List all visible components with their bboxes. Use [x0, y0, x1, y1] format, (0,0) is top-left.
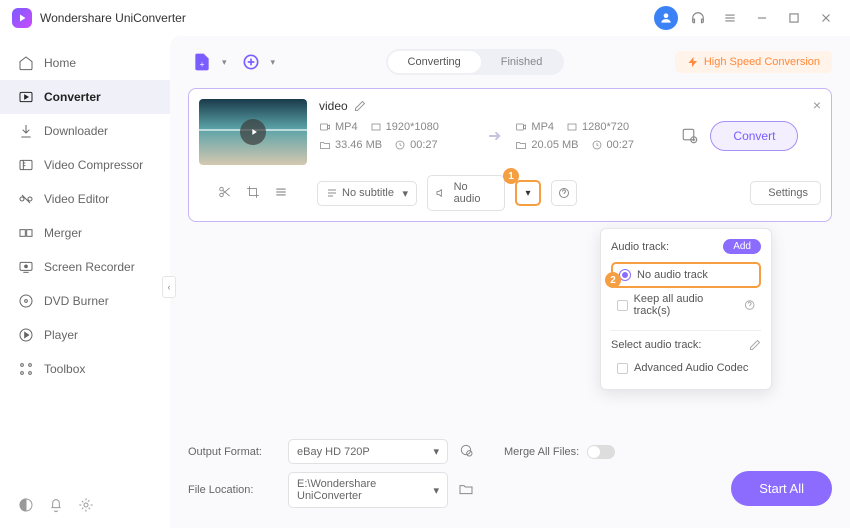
option-aac[interactable]: Advanced Audio Codec — [611, 357, 761, 379]
sidebar-item-editor[interactable]: Video Editor — [0, 182, 170, 216]
file-location-dropdown[interactable]: E:\Wondershare UniConverter▾ — [288, 472, 448, 508]
clock-icon — [394, 139, 406, 151]
arrow-right-icon: ➜ — [488, 126, 501, 146]
audio-track-popup: Audio track: Add No audio track2 Keep all… — [600, 228, 772, 390]
output-settings-icon[interactable] — [676, 122, 704, 150]
sidebar-item-compressor[interactable]: Video Compressor — [0, 148, 170, 182]
folder-icon — [319, 139, 331, 151]
app-logo — [12, 8, 32, 28]
tab-converting[interactable]: Converting — [388, 51, 481, 73]
chevron-down-icon: ▾ — [433, 445, 439, 458]
chevron-down-icon[interactable]: ▾ — [271, 57, 276, 68]
checkbox-icon — [617, 363, 628, 374]
close-icon[interactable] — [814, 6, 838, 30]
tab-group: Converting Finished — [386, 49, 565, 75]
sidebar-item-downloader[interactable]: Downloader — [0, 114, 170, 148]
subtitle-dropdown[interactable]: No subtitle▾ — [317, 181, 417, 206]
output-format-dropdown[interactable]: eBay HD 720P▾ — [288, 439, 448, 464]
annotation-2: 2 — [605, 272, 621, 288]
theme-icon[interactable] — [18, 497, 34, 516]
trim-icon[interactable] — [218, 185, 232, 202]
crop-icon[interactable] — [246, 185, 260, 202]
chevron-down-icon: ▾ — [525, 188, 530, 199]
video-icon — [515, 121, 527, 133]
select-track-label: Select audio track: — [611, 339, 702, 351]
video-title: video — [319, 99, 348, 113]
bottom-bar: Output Format: eBay HD 720P▾ Merge All F… — [188, 439, 832, 516]
file-location-label: File Location: — [188, 484, 278, 496]
titlebar: Wondershare UniConverter — [0, 0, 850, 36]
convert-button[interactable]: Convert — [710, 121, 798, 151]
video-icon — [319, 121, 331, 133]
high-speed-badge[interactable]: High Speed Conversion — [675, 51, 832, 73]
tab-finished[interactable]: Finished — [481, 51, 563, 73]
video-thumbnail[interactable] — [199, 99, 307, 165]
maximize-icon[interactable] — [782, 6, 806, 30]
more-icon[interactable] — [274, 185, 288, 202]
sidebar-item-recorder[interactable]: Screen Recorder — [0, 250, 170, 284]
settings-gear-icon[interactable] — [78, 497, 94, 516]
help-icon[interactable] — [551, 180, 577, 206]
app-title: Wondershare UniConverter — [40, 11, 186, 25]
sidebar-item-dvd[interactable]: DVD Burner — [0, 284, 170, 318]
sidebar-item-home[interactable]: Home — [0, 46, 170, 80]
audio-dropdown[interactable]: No audio — [427, 175, 505, 211]
close-icon[interactable]: × — [813, 97, 821, 113]
merge-label: Merge All Files: — [504, 446, 579, 458]
add-file-icon[interactable]: + — [188, 48, 216, 76]
output-settings-icon[interactable] — [458, 442, 474, 461]
resolution-icon — [566, 121, 578, 133]
notification-icon[interactable] — [48, 497, 64, 516]
speaker-icon — [436, 187, 448, 199]
merge-toggle[interactable] — [587, 445, 615, 459]
chevron-down-icon: ▾ — [433, 484, 439, 497]
open-folder-icon[interactable] — [458, 481, 474, 500]
start-all-button[interactable]: Start All — [731, 471, 832, 506]
clock-icon — [591, 139, 603, 151]
svg-text:+: + — [200, 59, 205, 69]
add-url-icon[interactable] — [237, 48, 265, 76]
chevron-down-icon[interactable]: ▾ — [222, 57, 227, 68]
support-icon[interactable] — [686, 6, 710, 30]
option-keep-all[interactable]: Keep all audio track(s) — [611, 288, 761, 322]
popup-header: Audio track: — [611, 241, 669, 253]
add-button[interactable]: Add — [723, 239, 761, 254]
resolution-icon — [370, 121, 382, 133]
content-area: ‹ +▾ ▾ Converting Finished High Speed Co… — [170, 36, 850, 528]
folder-icon — [515, 139, 527, 151]
output-format-label: Output Format: — [188, 446, 278, 458]
settings-button[interactable]: Settings — [750, 181, 821, 205]
play-icon[interactable] — [240, 119, 266, 145]
checkbox-icon — [617, 300, 628, 311]
edit-icon[interactable] — [749, 339, 761, 351]
edit-icon[interactable] — [354, 100, 366, 112]
option-no-audio[interactable]: No audio track2 — [611, 262, 761, 288]
user-icon[interactable] — [654, 6, 678, 30]
annotation-1: 1 — [503, 168, 519, 184]
minimize-icon[interactable] — [750, 6, 774, 30]
audio-dropdown-chevron[interactable]: ▾1 — [515, 180, 541, 206]
collapse-sidebar-icon[interactable]: ‹ — [162, 276, 176, 298]
sidebar-item-merger[interactable]: Merger — [0, 216, 170, 250]
sidebar: Home Converter Downloader Video Compress… — [0, 36, 170, 528]
sidebar-item-player[interactable]: Player — [0, 318, 170, 352]
video-card: × video MP4 1920*1080 33.46 MB 0 — [188, 88, 832, 222]
sidebar-item-toolbox[interactable]: Toolbox — [0, 352, 170, 386]
menu-icon[interactable] — [718, 6, 742, 30]
sidebar-item-converter[interactable]: Converter — [0, 80, 170, 114]
help-icon[interactable] — [744, 299, 755, 311]
chevron-down-icon: ▾ — [402, 187, 408, 200]
